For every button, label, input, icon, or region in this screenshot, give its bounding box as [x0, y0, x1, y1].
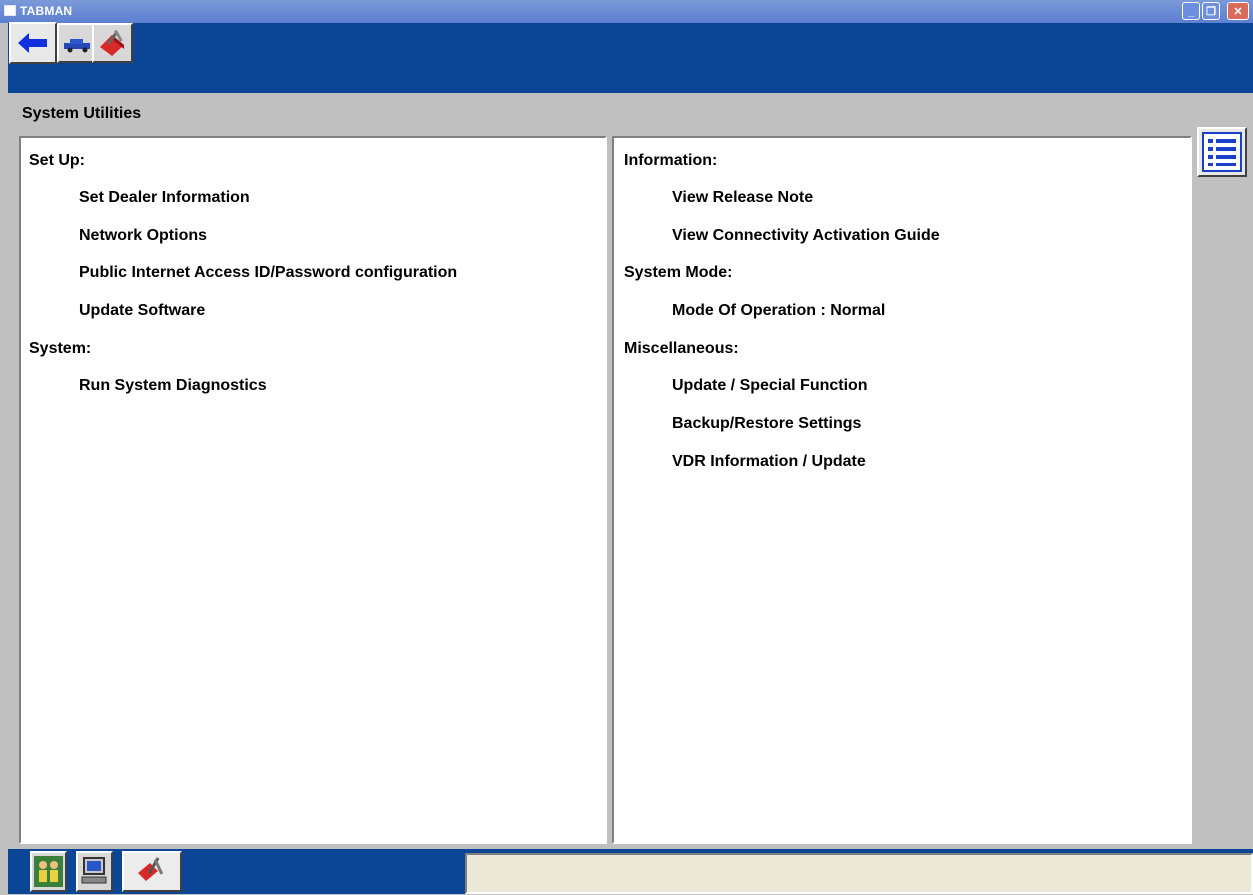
back-arrow-icon	[18, 33, 47, 53]
close-button[interactable]: ✕	[1227, 2, 1249, 20]
left-panel: Set Up: Set Dealer Information Network O…	[19, 136, 607, 844]
vdr-information-update-link[interactable]: VDR Information / Update	[672, 453, 866, 471]
view-release-note-link[interactable]: View Release Note	[672, 189, 813, 207]
toolbox-icon	[100, 29, 124, 56]
information-heading: Information:	[624, 152, 718, 169]
computer-icon	[81, 857, 107, 884]
system-mode-heading: System Mode:	[624, 264, 733, 281]
menu-button[interactable]	[1197, 127, 1247, 177]
vehicle-icon	[64, 39, 90, 53]
tools-tab[interactable]	[122, 851, 182, 892]
minimize-button[interactable]: _	[1182, 2, 1200, 20]
public-internet-access-config-link[interactable]: Public Internet Access ID/Password confi…	[79, 264, 457, 282]
right-panel: Information: View Release Note View Conn…	[612, 136, 1192, 844]
run-system-diagnostics-link[interactable]: Run System Diagnostics	[79, 377, 267, 395]
window-title-bar: TABMAN _ ❐ ✕	[0, 0, 1253, 23]
top-toolbar	[8, 23, 1253, 93]
set-dealer-information-link[interactable]: Set Dealer Information	[79, 189, 250, 207]
setup-heading: Set Up:	[29, 152, 85, 169]
people-tab[interactable]	[30, 851, 67, 892]
status-bar	[465, 853, 1253, 894]
mode-of-operation-link[interactable]: Mode Of Operation : Normal	[672, 302, 885, 320]
view-connectivity-activation-guide-link[interactable]: View Connectivity Activation Guide	[672, 227, 940, 245]
back-button[interactable]	[9, 22, 57, 64]
list-menu-icon	[1202, 132, 1242, 172]
toolbox-tab[interactable]	[92, 23, 133, 63]
update-special-function-link[interactable]: Update / Special Function	[672, 377, 868, 395]
network-options-link[interactable]: Network Options	[79, 227, 207, 245]
miscellaneous-heading: Miscellaneous:	[624, 340, 739, 357]
computer-tab[interactable]	[76, 851, 113, 892]
page-title: System Utilities	[22, 105, 142, 122]
app-window-icon	[4, 5, 16, 16]
window-title: TABMAN	[20, 4, 73, 18]
backup-restore-settings-link[interactable]: Backup/Restore Settings	[672, 415, 861, 433]
update-software-link[interactable]: Update Software	[79, 302, 205, 320]
system-heading: System:	[29, 340, 92, 357]
tools-icon	[138, 857, 164, 881]
people-icon	[34, 856, 63, 887]
restore-button[interactable]: ❐	[1202, 2, 1220, 20]
